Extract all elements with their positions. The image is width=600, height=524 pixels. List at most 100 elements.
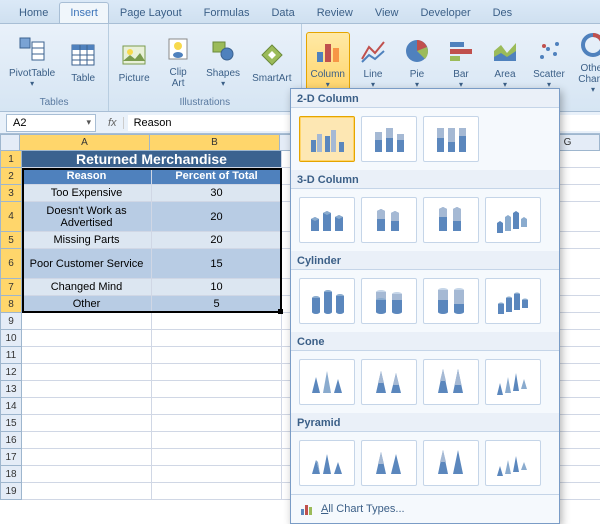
chart-100-stacked-pyramid[interactable] [423,440,479,486]
group-tables: PivotTable▾ Table Tables [0,24,109,111]
tab-home[interactable]: Home [8,2,59,23]
table-button[interactable]: Table [62,36,104,87]
fx-icon[interactable]: fx [102,117,124,129]
row-headers: 1 2 3 4 5 6 7 8 9 10 11 12 13 14 15 16 1… [0,151,22,500]
chart-100-stacked-column-2d[interactable] [423,116,479,162]
row-header[interactable]: 9 [0,313,22,330]
pie-chart-icon [401,35,433,67]
tab-page-layout[interactable]: Page Layout [109,2,193,23]
column-chart-button[interactable]: Column▾ [306,32,350,92]
row-header[interactable]: 12 [0,364,22,381]
chart-cylinder-3d[interactable] [485,278,541,324]
chart-clustered-column-3d[interactable] [299,197,355,243]
shapes-button[interactable]: Shapes▾ [201,31,245,91]
data-cell[interactable]: 30 [152,185,282,202]
other-charts-icon [577,29,600,61]
data-cell[interactable]: Other [22,296,152,313]
chart-stacked-column-3d[interactable] [361,197,417,243]
row-header[interactable]: 11 [0,347,22,364]
header-cell[interactable]: Reason [22,168,152,185]
data-cell[interactable]: 10 [152,279,282,296]
all-chart-types-link[interactable]: All Chart Types... [291,494,559,523]
chart-cone-3d[interactable] [485,359,541,405]
row-header[interactable]: 6 [0,249,22,279]
pivottable-button[interactable]: PivotTable▾ [4,31,60,91]
merged-title-cell[interactable]: Returned Merchandise [22,151,282,168]
row-header[interactable]: 10 [0,330,22,347]
row-header[interactable]: 18 [0,466,22,483]
picture-button[interactable]: Picture [113,36,155,87]
column-chart-icon [312,35,344,67]
tab-data[interactable]: Data [260,2,305,23]
tab-formulas[interactable]: Formulas [193,2,261,23]
select-all-corner[interactable] [0,134,20,151]
pie-chart-button[interactable]: Pie▾ [396,32,438,92]
row-header[interactable]: 14 [0,398,22,415]
tab-insert[interactable]: Insert [59,2,109,23]
row-header[interactable]: 3 [0,185,22,202]
chart-100-stacked-column-3d[interactable] [423,197,479,243]
chart-clustered-cone[interactable] [299,359,355,405]
row-header[interactable]: 13 [0,381,22,398]
chart-pyramid-3d[interactable] [485,440,541,486]
chart-column-3d[interactable] [485,197,541,243]
clipart-icon [162,33,194,65]
tab-developer[interactable]: Developer [409,2,481,23]
scatter-chart-button[interactable]: Scatter▾ [528,32,570,92]
smartart-button[interactable]: SmartArt [247,36,296,87]
data-cell[interactable]: Missing Parts [22,232,152,249]
name-box[interactable]: A2 [6,114,96,132]
header-cell[interactable]: Percent of Total [152,168,282,185]
group-illustrations: Picture Clip Art Shapes▾ SmartArt Illust… [109,24,301,111]
row-header[interactable]: 17 [0,449,22,466]
scatter-chart-icon [533,35,565,67]
dropdown-section-title: Cone [291,332,559,351]
data-cell[interactable]: Too Expensive [22,185,152,202]
data-cell[interactable]: 20 [152,202,282,232]
line-chart-icon [357,35,389,67]
all-chart-types-label: ll Chart Types... [328,503,404,515]
chart-100-stacked-cylinder[interactable] [423,278,479,324]
col-header-a[interactable]: A [20,134,150,151]
data-cell[interactable]: 15 [152,249,282,279]
chart-clustered-pyramid[interactable] [299,440,355,486]
bar-chart-icon [445,35,477,67]
chart-stacked-column-2d[interactable] [361,116,417,162]
ribbon-tabs: Home Insert Page Layout Formulas Data Re… [0,0,600,24]
chart-100-stacked-cone[interactable] [423,359,479,405]
col-header-b[interactable]: B [150,134,280,151]
row-header[interactable]: 16 [0,432,22,449]
chart-stacked-cone[interactable] [361,359,417,405]
row-header[interactable]: 1 [0,151,22,168]
row-header[interactable]: 8 [0,296,22,313]
data-cell[interactable]: Doesn't Work as Advertised [22,202,152,232]
row-header[interactable]: 5 [0,232,22,249]
tab-review[interactable]: Review [306,2,364,23]
row-header[interactable]: 15 [0,415,22,432]
dropdown-section-title: 2-D Column [291,89,559,108]
area-chart-button[interactable]: Area▾ [484,32,526,92]
pivottable-icon [16,34,48,66]
data-cell[interactable]: 5 [152,296,282,313]
picture-icon [118,39,150,71]
data-cell[interactable]: 20 [152,232,282,249]
dropdown-section-title: Cylinder [291,251,559,270]
bar-chart-button[interactable]: Bar▾ [440,32,482,92]
chart-stacked-pyramid[interactable] [361,440,417,486]
clipart-button[interactable]: Clip Art [157,30,199,92]
other-charts-button[interactable]: Other Charts▾ [572,26,600,97]
chart-stacked-cylinder[interactable] [361,278,417,324]
row-header[interactable]: 4 [0,202,22,232]
chart-clustered-column-2d[interactable] [299,116,355,162]
smartart-icon [256,39,288,71]
row-header[interactable]: 2 [0,168,22,185]
data-cell[interactable]: Changed Mind [22,279,152,296]
tab-view[interactable]: View [364,2,410,23]
row-header[interactable]: 7 [0,279,22,296]
line-chart-button[interactable]: Line▾ [352,32,394,92]
chart-clustered-cylinder[interactable] [299,278,355,324]
row-header[interactable]: 19 [0,483,22,500]
dropdown-section-title: Pyramid [291,413,559,432]
tab-design[interactable]: Des [482,2,524,23]
data-cell[interactable]: Poor Customer Service [22,249,152,279]
